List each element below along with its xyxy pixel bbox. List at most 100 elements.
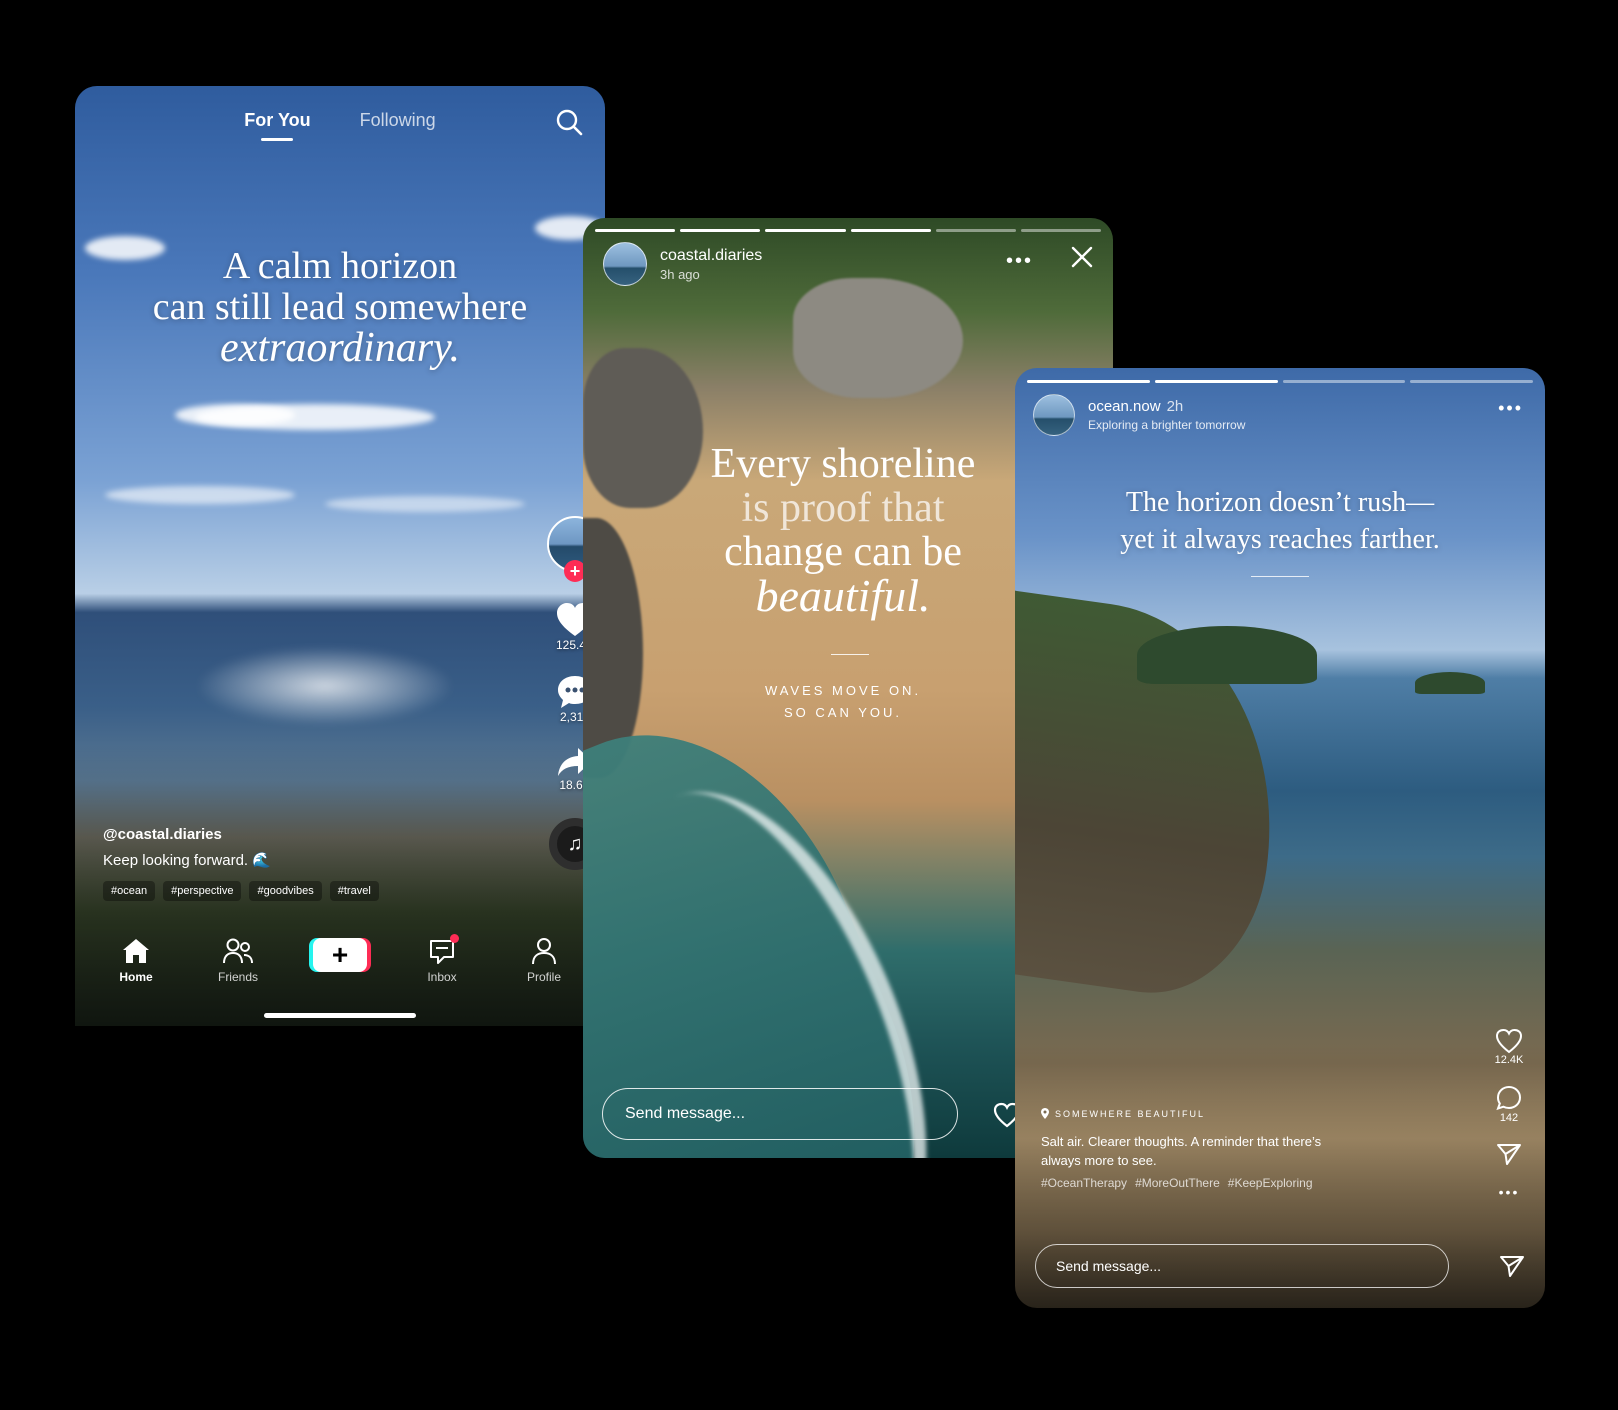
story-user-block: coastal.diaries 3h ago [647,247,762,282]
post-username[interactable]: ocean.now [1088,398,1161,415]
music-note-icon: ♫ [567,832,583,855]
comment-icon [1489,1084,1529,1112]
hashtag-list: #OceanTherapy #MoreOutThere #KeepExploring [1041,1176,1321,1190]
hashtag[interactable]: #KeepExploring [1228,1176,1313,1190]
story-progress [595,229,1102,232]
progress-segment [850,229,931,232]
search-icon[interactable] [555,108,583,136]
post-caption: Salt air. Clearer thoughts. A reminder t… [1041,1134,1322,1168]
hashtag[interactable]: #ocean [103,881,156,901]
feed-phone: For You Following A calm horizon can sti… [75,86,605,1026]
location-pin-icon [1041,1108,1049,1119]
location-label: SOMEWHERE BEAUTIFUL [1055,1108,1206,1119]
progress-segment [765,229,846,232]
bottom-nav: Home Friends + Inbox Profile [75,934,605,1006]
progress-segment [680,229,761,232]
nav-inbox[interactable]: Inbox [402,934,482,984]
like-action[interactable]: 12.4K [1489,1028,1529,1066]
home-indicator [264,1013,416,1018]
rock [793,278,963,398]
post-avatar[interactable] [1033,394,1075,436]
cloud [325,496,525,512]
plus-icon: + [331,939,349,970]
story-quote: Every shoreline is proof that change can… [693,442,993,620]
caption-text: Keep looking forward. 🌊 [103,852,271,869]
progress-segment [1154,380,1278,383]
hashtag[interactable]: #perspective [163,881,242,901]
create-button[interactable]: + [309,938,371,972]
progress-segment [1027,380,1150,383]
hashtag[interactable]: #OceanTherapy [1041,1176,1127,1190]
nav-inbox-label: Inbox [427,970,457,984]
story-quote-line-1: Every shoreline [710,441,976,487]
hashtag[interactable]: #travel [329,881,379,901]
share-action[interactable] [1489,1142,1529,1166]
creator-handle[interactable]: @coastal.diaries [103,826,523,843]
post-time: 2h [1166,398,1184,415]
quote-line-3: extraordinary. [220,325,460,371]
story-quote-line-3: change can be [724,529,962,575]
story-quote-line-4: beautiful. [755,570,931,621]
progress-segment [935,229,1016,232]
story-avatar[interactable] [603,242,647,286]
friends-icon [198,936,278,966]
more-options-icon[interactable]: ••• [1498,398,1523,419]
nav-profile-label: Profile [526,970,561,984]
nav-home[interactable]: Home [96,936,176,984]
post-header: ocean.now 2h Exploring a brighter tomorr… [1033,394,1245,436]
hashtag-list: #ocean #perspective #goodvibes #travel [103,881,523,901]
more-options-icon[interactable]: ••• [1006,250,1033,273]
feed-quote: A calm horizon can still lead somewhere … [75,246,605,370]
story-time: 3h ago [660,266,700,282]
create-button-wrap: + [300,938,380,972]
rock [583,348,703,508]
post-bio: Exploring a brighter tomorrow [1088,418,1246,432]
sea-glint [195,646,455,726]
story-username[interactable]: coastal.diaries [660,247,762,265]
divider [1251,576,1309,577]
send-message-input[interactable]: Send message... [1035,1244,1449,1288]
comment-count: 142 [1499,1112,1519,1124]
divider [831,654,869,655]
notification-dot [450,934,459,943]
story-quote-line-4-wrap: beautiful. [693,573,993,620]
tab-following[interactable]: Following [360,110,436,131]
home-icon [96,936,176,966]
quote-line-1: A calm horizon [222,245,458,287]
inbox-icon [402,934,482,966]
hashtag[interactable]: #MoreOutThere [1135,1176,1220,1190]
post-progress [1027,380,1533,383]
nav-friends-label: Friends [217,970,258,984]
paper-plane-icon [1489,1142,1529,1166]
close-icon[interactable] [1071,246,1093,268]
nav-create[interactable]: + [300,936,380,972]
islet [1415,672,1485,694]
send-message-input[interactable]: Send message... [602,1088,958,1140]
progress-segment [595,229,676,232]
nav-friends[interactable]: Friends [198,936,278,984]
cloud [105,486,295,504]
cloud [195,404,435,430]
location-tag[interactable]: SOMEWHERE BEAUTIFUL [1041,1108,1205,1119]
comment-action[interactable]: 142 [1489,1084,1529,1124]
post-caption: @coastal.diaries Keep looking forward. 🌊… [103,826,523,901]
story-subtitle-line-2: SO CAN YOU. [783,705,902,720]
profile-icon [504,936,584,966]
post-user-block: ocean.now 2h Exploring a brighter tomorr… [1075,398,1245,432]
post-phone: ocean.now 2h Exploring a brighter tomorr… [1015,368,1545,1308]
nav-profile[interactable]: Profile [504,936,584,984]
send-icon[interactable] [1499,1254,1525,1278]
like-count: 12.4K [1494,1054,1524,1066]
story-quote-line-2: is proof that [741,485,945,531]
hashtag[interactable]: #goodvibes [249,881,322,901]
story-subtitle: WAVES MOVE ON. SO CAN YOU. [693,680,993,724]
post-action-rail: 12.4K 142 ••• [1489,1028,1529,1218]
tab-for-you[interactable]: For You [244,110,310,131]
progress-segment [1282,380,1406,383]
nav-home-label: Home [119,970,153,984]
story-header: coastal.diaries 3h ago [603,242,762,286]
progress-segment [1020,229,1102,232]
more-options-icon[interactable]: ••• [1489,1184,1529,1200]
post-quote-line-2: yet it always reaches farther. [1120,524,1440,555]
island [1137,626,1317,684]
